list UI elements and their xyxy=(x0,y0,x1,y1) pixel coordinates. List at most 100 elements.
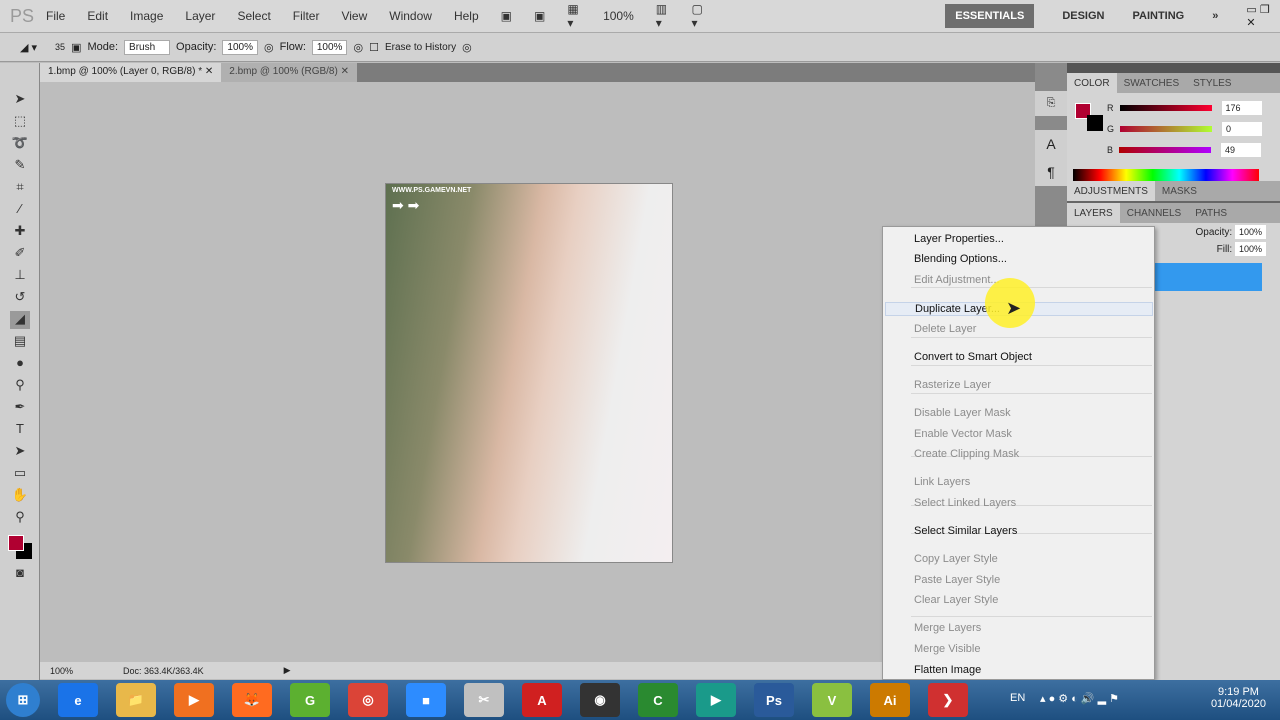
mini-bridge-icon[interactable]: ▣ xyxy=(534,9,545,23)
move-tool-icon[interactable]: ➤ xyxy=(10,91,30,109)
brush-tool-icon[interactable]: ✐ xyxy=(10,245,30,263)
tab-masks[interactable]: MASKS xyxy=(1155,181,1204,201)
eraser-tool-icon[interactable]: ◢ ▾ xyxy=(20,41,37,54)
menu-window[interactable]: Window xyxy=(389,9,432,23)
quick-select-tool-icon[interactable]: ✎ xyxy=(10,157,30,175)
tablet-pressure-icon[interactable]: ◎ xyxy=(462,41,472,54)
tab-2bmp[interactable]: 2.bmp @ 100% (RGB/8) ✕ xyxy=(221,63,357,82)
tab-channels[interactable]: CHANNELS xyxy=(1120,203,1188,223)
start-button[interactable]: ⊞ xyxy=(6,683,40,717)
menu-image[interactable]: Image xyxy=(130,9,163,23)
menu-file[interactable]: File xyxy=(46,9,65,23)
path-select-tool-icon[interactable]: ➤ xyxy=(10,443,30,461)
menu-item-flatten-image[interactable]: Flatten Image xyxy=(914,664,981,676)
fill-input[interactable]: 100% xyxy=(1234,242,1266,256)
tray-icons[interactable]: ▴ ● ⚙ ◐ 🔊 ▂ ⚑ xyxy=(1040,692,1119,705)
close-icon[interactable]: ✕ xyxy=(341,66,349,77)
menu-item-convert-to-smart-object[interactable]: Convert to Smart Object xyxy=(914,351,1032,363)
erase-history-checkbox[interactable]: ☐ xyxy=(369,41,379,54)
b-input[interactable]: 49 xyxy=(1221,142,1262,157)
shape-tool-icon[interactable]: ▭ xyxy=(10,465,30,483)
menu-view[interactable]: View xyxy=(341,9,367,23)
r-slider[interactable] xyxy=(1119,104,1212,111)
pen-tool-icon[interactable]: ✒ xyxy=(10,399,30,417)
menu-layer[interactable]: Layer xyxy=(185,9,215,23)
menu-item-select-similar-layers[interactable]: Select Similar Layers xyxy=(914,525,1017,537)
arrange-icon[interactable]: ▥ ▾ xyxy=(656,2,670,30)
screen-mode-icon[interactable]: ▢ ▾ xyxy=(692,2,706,30)
eyedropper-tool-icon[interactable]: ⁄ xyxy=(10,201,30,219)
taskbar-app-2[interactable]: ▶ xyxy=(174,683,214,717)
menu-edit[interactable]: Edit xyxy=(87,9,108,23)
menu-select[interactable]: Select xyxy=(237,9,270,23)
zoom-level-select[interactable]: 100% xyxy=(603,9,634,23)
workspace-essentials[interactable]: ESSENTIALS xyxy=(945,4,1035,28)
taskbar-app-1[interactable]: 📁 xyxy=(116,683,156,717)
menu-item-blending-options[interactable]: Blending Options... xyxy=(914,253,1007,265)
history-icon[interactable]: ⎘ xyxy=(1035,91,1067,116)
airbrush-icon[interactable]: ◎ xyxy=(353,41,363,54)
marquee-tool-icon[interactable]: ⬚ xyxy=(10,113,30,131)
character-icon[interactable]: A xyxy=(1035,130,1067,158)
opacity-input[interactable]: 100% xyxy=(222,39,258,55)
b-slider[interactable] xyxy=(1119,146,1212,153)
layer-opacity-input[interactable]: 100% xyxy=(1234,225,1266,239)
clock[interactable]: 9:19 PM 01/04/2020 xyxy=(1211,686,1266,710)
gradient-tool-icon[interactable]: ▤ xyxy=(10,333,30,351)
healing-tool-icon[interactable]: ✚ xyxy=(10,223,30,241)
doc-size[interactable]: Doc: 363.4K/363.4K xyxy=(123,666,204,676)
tab-styles[interactable]: STYLES xyxy=(1186,73,1238,93)
eraser-tool-icon[interactable]: ◢ xyxy=(10,311,30,329)
quick-mask-icon[interactable]: ◙ xyxy=(10,565,30,583)
taskbar-app-14[interactable]: Ai xyxy=(870,683,910,717)
hand-tool-icon[interactable]: ✋ xyxy=(10,487,30,505)
lasso-tool-icon[interactable]: ➰ xyxy=(10,135,30,153)
history-brush-icon[interactable]: ↺ xyxy=(10,289,30,307)
crop-tool-icon[interactable]: ⌗ xyxy=(10,179,30,197)
view-extras-icon[interactable]: ▦ ▾ xyxy=(567,2,581,30)
tab-paths[interactable]: PATHS xyxy=(1188,203,1234,223)
type-tool-icon[interactable]: T xyxy=(10,421,30,439)
stamp-tool-icon[interactable]: ⊥ xyxy=(10,267,30,285)
brush-size-preset[interactable]: 35 xyxy=(55,42,65,52)
r-input[interactable]: 176 xyxy=(1221,100,1262,115)
taskbar-app-4[interactable]: G xyxy=(290,683,330,717)
taskbar-app-3[interactable]: 🦊 xyxy=(232,683,272,717)
airbrush-opacity-icon[interactable]: ◎ xyxy=(264,41,274,54)
tab-adjustments[interactable]: ADJUSTMENTS xyxy=(1067,181,1155,201)
color-ramp[interactable] xyxy=(1073,169,1259,181)
flow-input[interactable]: 100% xyxy=(311,39,348,55)
menu-item-layer-properties[interactable]: Layer Properties... xyxy=(914,233,1004,245)
taskbar-app-0[interactable]: e xyxy=(58,683,98,717)
color-swatches[interactable] xyxy=(0,531,39,561)
taskbar-app-13[interactable]: V xyxy=(812,683,852,717)
status-menu-arrow[interactable]: ▶ xyxy=(284,665,291,676)
menu-help[interactable]: Help xyxy=(454,9,479,23)
taskbar-app-12[interactable]: Ps xyxy=(754,683,794,717)
menu-filter[interactable]: Filter xyxy=(293,9,320,23)
taskbar-app-11[interactable]: ▶ xyxy=(696,683,736,717)
brush-panel-icon[interactable]: ▣ xyxy=(71,41,81,54)
layer-row-selected[interactable] xyxy=(1147,263,1262,291)
taskbar-app-7[interactable]: ✂ xyxy=(464,683,504,717)
window-controls[interactable]: ▭ ❐ ✕ xyxy=(1246,3,1270,29)
zoom-readout[interactable]: 100% xyxy=(50,666,73,676)
taskbar-app-9[interactable]: ◉ xyxy=(580,683,620,717)
close-icon[interactable]: ✕ xyxy=(205,66,213,77)
tab-1bmp[interactable]: 1.bmp @ 100% (Layer 0, RGB/8) * ✕ xyxy=(40,63,222,82)
workspace-painting[interactable]: PAINTING xyxy=(1133,10,1185,22)
tab-color[interactable]: COLOR xyxy=(1067,73,1117,93)
g-input[interactable]: 0 xyxy=(1222,121,1263,136)
tab-swatches[interactable]: SWATCHES xyxy=(1117,73,1187,93)
taskbar-app-5[interactable]: ◎ xyxy=(348,683,388,717)
mode-select[interactable]: Brush xyxy=(124,39,171,55)
taskbar-app-8[interactable]: A xyxy=(522,683,562,717)
dodge-tool-icon[interactable]: ⚲ xyxy=(10,377,30,395)
workspace-design[interactable]: DESIGN xyxy=(1062,10,1104,22)
tab-layers[interactable]: LAYERS xyxy=(1067,203,1120,223)
taskbar-app-6[interactable]: ■ xyxy=(406,683,446,717)
bridge-icon[interactable]: ▣ xyxy=(501,9,512,23)
language-indicator[interactable]: EN xyxy=(1010,692,1025,704)
taskbar-app-10[interactable]: C xyxy=(638,683,678,717)
blur-tool-icon[interactable]: ● xyxy=(10,355,30,373)
